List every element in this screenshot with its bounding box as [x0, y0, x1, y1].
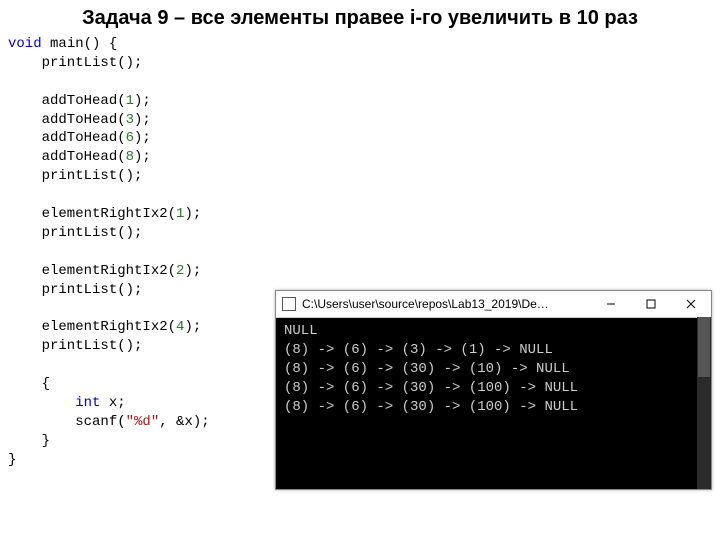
console-title: C:\Users\user\source\repos\Lab13_2019\De… — [302, 297, 591, 311]
code-text: printList(); — [8, 338, 142, 354]
str: "%d" — [126, 414, 160, 430]
code-text: { — [8, 376, 50, 392]
num: 8 — [126, 149, 134, 165]
code-text: scanf( — [8, 414, 126, 430]
code-text: main() { — [42, 36, 118, 52]
scrollbar-vertical[interactable] — [697, 317, 711, 489]
code-text: ); — [184, 206, 201, 222]
console-title-bar[interactable]: C:\Users\user\source\repos\Lab13_2019\De… — [276, 291, 711, 318]
page-title: Задача 9 – все элементы правее i-го увел… — [0, 0, 720, 33]
maximize-button[interactable] — [631, 291, 671, 317]
kw-void: void — [8, 36, 42, 52]
code-text: ); — [134, 149, 151, 165]
minimize-icon — [606, 299, 616, 309]
close-button[interactable] — [671, 291, 711, 317]
console-line: (8) -> (6) -> (30) -> (10) -> NULL — [284, 361, 570, 377]
code-text: addToHead( — [8, 149, 126, 165]
code-text: addToHead( — [8, 112, 126, 128]
console-body: NULL (8) -> (6) -> (3) -> (1) -> NULL (8… — [276, 318, 711, 420]
maximize-icon — [646, 299, 656, 309]
code-text: ); — [184, 263, 201, 279]
kw-int: int — [8, 395, 100, 411]
code-text: , &x); — [159, 414, 209, 430]
close-icon — [686, 299, 696, 309]
code-text: ); — [134, 130, 151, 146]
code-text: printList(); — [8, 282, 142, 298]
num: 6 — [126, 130, 134, 146]
code-text: printList(); — [8, 55, 142, 71]
window-buttons — [591, 291, 711, 317]
console-line: NULL — [284, 323, 318, 339]
code-text: ); — [184, 319, 201, 335]
code-text: printList(); — [8, 168, 142, 184]
console-line: (8) -> (6) -> (30) -> (100) -> NULL — [284, 380, 578, 396]
code-text: } — [8, 433, 50, 449]
code-text: x; — [100, 395, 125, 411]
code-text: elementRightIx2( — [8, 206, 176, 222]
code-text: elementRightIx2( — [8, 319, 176, 335]
num: 1 — [126, 93, 134, 109]
console-line: (8) -> (6) -> (30) -> (100) -> NULL — [284, 399, 578, 415]
code-text: ); — [134, 112, 151, 128]
code-text: addToHead( — [8, 130, 126, 146]
code-text: elementRightIx2( — [8, 263, 176, 279]
num: 3 — [126, 112, 134, 128]
code-text: addToHead( — [8, 93, 126, 109]
code-text: ); — [134, 93, 151, 109]
console-window: C:\Users\user\source\repos\Lab13_2019\De… — [275, 290, 712, 490]
code-text: } — [8, 452, 16, 468]
console-icon — [282, 297, 296, 311]
console-line: (8) -> (6) -> (3) -> (1) -> NULL — [284, 342, 553, 358]
scrollbar-thumb[interactable] — [698, 317, 710, 377]
code-text: printList(); — [8, 225, 142, 241]
minimize-button[interactable] — [591, 291, 631, 317]
